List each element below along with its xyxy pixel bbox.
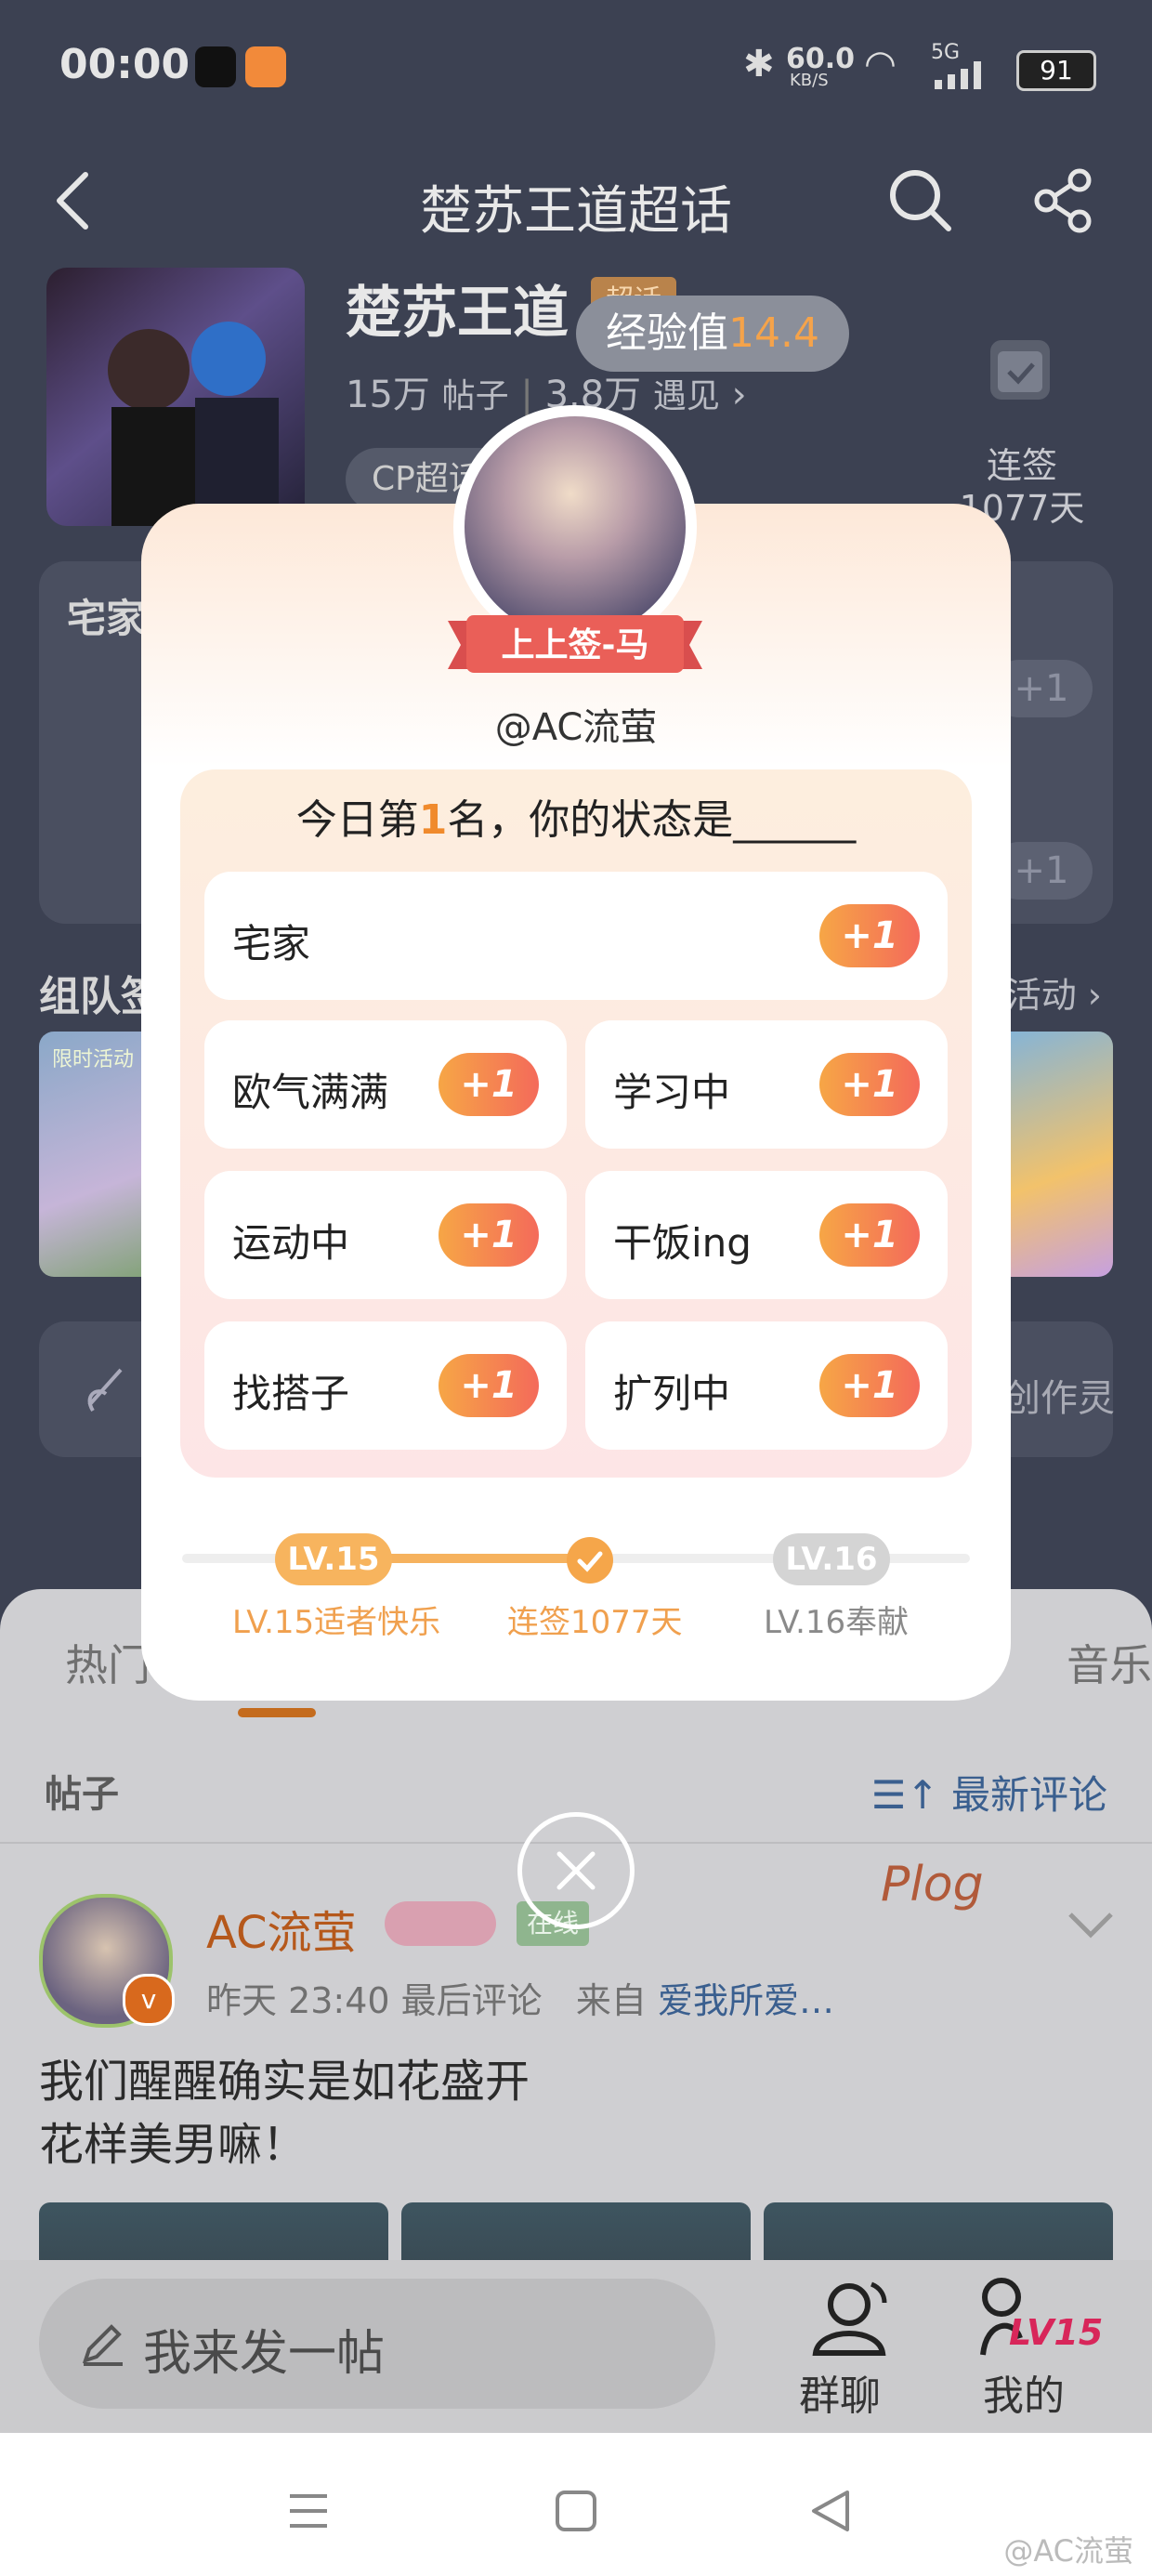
plus-one-button[interactable]: +1: [819, 1053, 920, 1116]
current-level-pill: LV.15: [275, 1533, 392, 1585]
status-option-label: 运动中: [232, 1220, 350, 1266]
fortune-ribbon-text: 上上签-马: [501, 626, 649, 664]
edit-icon: [78, 2320, 126, 2368]
question-suffix: 名，你的状态是______: [447, 796, 857, 844]
post-text[interactable]: 我们醒醒确实是如花盛开 花样美男嘛！: [39, 2050, 530, 2176]
create-text: 创作灵: [1003, 1377, 1115, 1420]
posts-label: 帖子: [441, 377, 509, 415]
signal-icon: [929, 61, 981, 89]
net-speed-unit: KB/S: [790, 71, 829, 90]
exp-value: 14.4: [728, 309, 819, 357]
my-level-badge: LV15: [1009, 2312, 1104, 2353]
post-text-line: 我们醒醒确实是如花盛开: [39, 2056, 530, 2108]
checkin-label: 连签: [986, 445, 1057, 486]
plus-one-button[interactable]: +1: [819, 1203, 920, 1267]
post-time: 昨天 23:40 最后评论: [206, 1980, 543, 2021]
post-author[interactable]: AC流萤: [206, 1896, 357, 1961]
streak-label: 连签1077天: [507, 1604, 683, 1641]
exp-toast: 经验值14.4: [576, 296, 849, 372]
modal-avatar: [465, 416, 686, 637]
group-chat-label[interactable]: 群聊: [799, 2362, 881, 2422]
status-option-label: 找搭子: [232, 1371, 350, 1416]
back-nav-icon[interactable]: [805, 2483, 860, 2539]
status-card-label: 宅家: [67, 596, 146, 641]
tab-music[interactable]: 音乐: [1067, 1632, 1152, 1693]
status-bar: 00:00 ✱ 60.0 KB/S ◠ 5G 91: [0, 0, 1152, 139]
sort-icon: ☰↑: [871, 1772, 939, 1818]
plog-sticker: Plog: [881, 1857, 984, 1912]
post-from-prefix: 来自: [575, 1980, 647, 2021]
chevron-right-icon: ›: [731, 374, 747, 416]
section-label: 帖子: [45, 1773, 119, 1816]
watermark: @AC流萤: [1003, 2533, 1133, 2569]
exp-label: 经验值: [606, 309, 729, 357]
page-title: 楚苏王道超话: [420, 181, 732, 242]
app-notification-icon: [195, 46, 236, 87]
chevron-down-icon[interactable]: [1067, 1907, 1115, 1944]
check-icon: [567, 1537, 613, 1584]
group-chat-icon[interactable]: [806, 2273, 892, 2359]
plus-one-button[interactable]: +1: [439, 1203, 539, 1267]
share-icon[interactable]: [1031, 167, 1098, 234]
post-meta: 昨天 23:40 最后评论 来自 爱我所爱…: [206, 1972, 834, 2023]
search-icon[interactable]: [887, 167, 954, 234]
bluetooth-icon: ✱: [743, 43, 775, 85]
close-button[interactable]: [517, 1812, 635, 1929]
status-option-label: 扩列中: [613, 1371, 731, 1416]
my-profile-icon[interactable]: LV15: [977, 2273, 1103, 2359]
status-question: 今日第1名，你的状态是______: [180, 786, 972, 846]
sort-button[interactable]: ☰↑ 最新评论: [871, 1764, 1107, 1820]
team-more-link[interactable]: 活动 ›: [1006, 966, 1102, 1018]
home-nav-icon[interactable]: [548, 2483, 604, 2539]
wifi-icon: ◠: [864, 43, 897, 85]
verified-badge-icon: v: [123, 1974, 175, 2026]
plus-one-button[interactable]: +1: [439, 1354, 539, 1417]
sort-label: 最新评论: [950, 1772, 1107, 1818]
topic-name: 楚苏王道: [346, 281, 569, 346]
next-level-title: LV.16奉献: [764, 1604, 910, 1641]
post-source-link[interactable]: 爱我所爱…: [658, 1980, 834, 2021]
level-badge-icon: [385, 1901, 496, 1946]
plus-one-button[interactable]: +1: [819, 1354, 920, 1417]
post-text-line: 花样美男嘛！: [39, 2119, 308, 2171]
status-option-label: 欧气满满: [232, 1070, 389, 1115]
current-level-title: LV.15适者快乐: [232, 1604, 441, 1641]
active-tab-indicator: [238, 1708, 316, 1717]
plus-one-button[interactable]: +1: [439, 1053, 539, 1116]
status-option-label: 学习中: [613, 1070, 731, 1115]
team-activity-tag: 限时活动: [52, 1048, 135, 1071]
user-handle: @AC流萤: [494, 706, 658, 749]
next-level-pill: LV.16: [773, 1533, 890, 1585]
status-option-label: 干饭ing: [613, 1220, 752, 1266]
menu-nav-icon[interactable]: [281, 2483, 336, 2539]
calendar-check-icon[interactable]: [990, 340, 1050, 400]
posts-count: 15万: [346, 374, 430, 416]
team-more-label: 活动: [1005, 975, 1077, 1016]
battery-indicator: 91: [1016, 50, 1096, 91]
pen-icon: [80, 1359, 132, 1414]
video-app-icon: [245, 46, 286, 87]
compose-placeholder: 我来发一帖: [143, 2326, 386, 2382]
plus-one-button[interactable]: +1: [819, 904, 920, 967]
meet-label[interactable]: 遇见: [653, 377, 720, 415]
my-profile-label[interactable]: 我的: [983, 2362, 1065, 2422]
close-icon: [556, 1851, 596, 1890]
topic-cover-image: [46, 268, 305, 526]
status-time: 00:00: [59, 41, 190, 88]
status-option-label: 宅家: [232, 921, 311, 966]
tab-hot[interactable]: 热门: [65, 1632, 151, 1693]
question-rank: 1: [418, 796, 448, 844]
question-prefix: 今日第: [295, 796, 419, 844]
